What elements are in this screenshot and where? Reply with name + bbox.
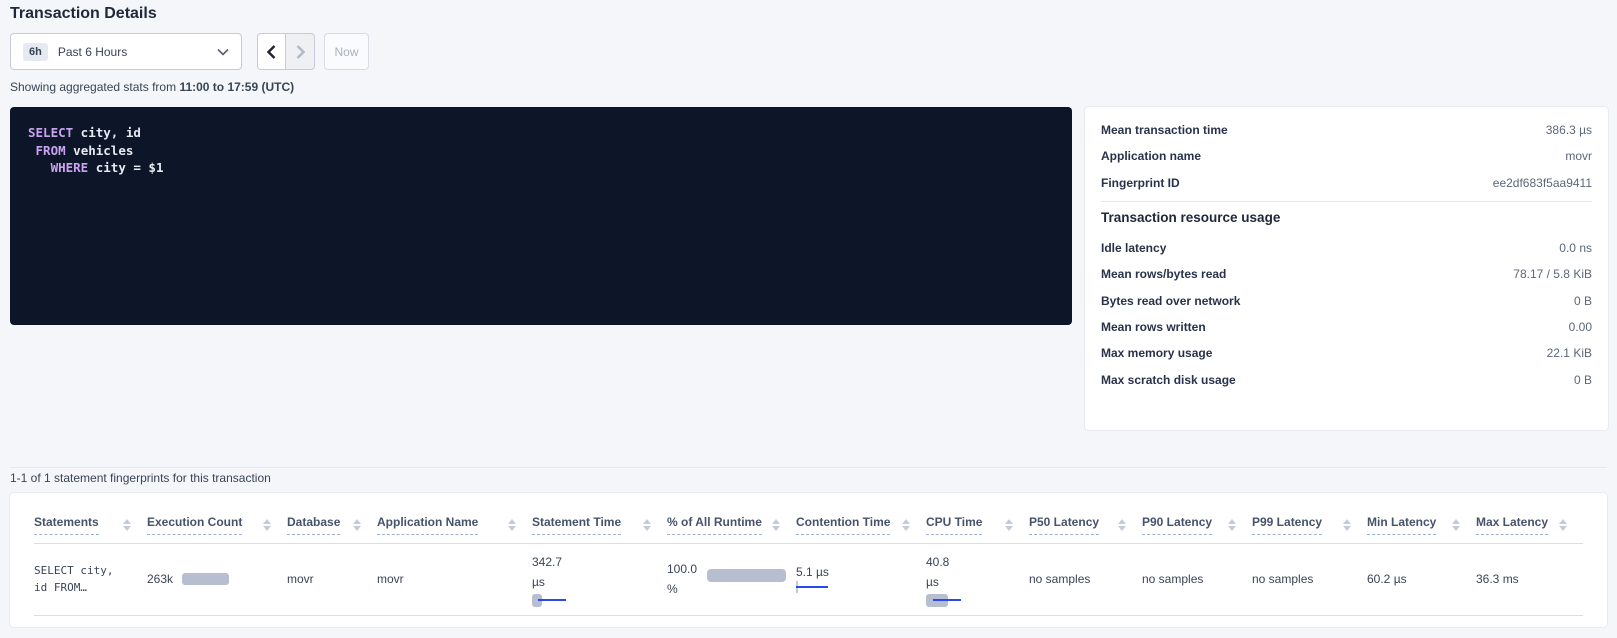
sort-icon[interactable] — [1452, 519, 1460, 531]
cell-statement-time: 342.7µs — [532, 543, 667, 615]
fingerprints-summary: 1-1 of 1 statement fingerprints for this… — [10, 471, 271, 485]
runtime-bar — [707, 569, 786, 582]
page-title: Transaction Details — [10, 5, 157, 23]
column-header-p90-latency[interactable]: P90 Latency — [1142, 515, 1212, 535]
resource-value: 0 B — [1574, 373, 1592, 387]
cell-p90-latency: no samples — [1142, 543, 1252, 615]
cell-contention-time: 5.1 µs — [796, 543, 926, 615]
divider — [1101, 201, 1592, 202]
resource-row: Max scratch disk usage 0 B — [1101, 366, 1592, 392]
sort-icon[interactable] — [772, 519, 780, 531]
sql-line: FROM vehicles — [28, 142, 1054, 160]
sort-icon[interactable] — [1343, 519, 1351, 531]
sort-icon[interactable] — [508, 519, 516, 531]
resource-label: Mean rows/bytes read — [1101, 267, 1226, 281]
sort-icon[interactable] — [643, 519, 651, 531]
resource-label: Mean rows written — [1101, 320, 1206, 334]
cell-p50-latency: no samples — [1029, 543, 1142, 615]
resource-row: Max memory usage 22.1 KiB — [1101, 340, 1592, 366]
aggregated-stats-line: Showing aggregated stats from 11:00 to 1… — [10, 80, 294, 94]
overview-value: movr — [1565, 149, 1592, 163]
resource-row: Bytes read over network 0 B — [1101, 287, 1592, 313]
sql-line: WHERE city = $1 — [28, 159, 1054, 177]
resource-label: Idle latency — [1101, 241, 1166, 255]
resource-row: Mean rows written 0.00 — [1101, 314, 1592, 340]
cell-database: movr — [287, 543, 377, 615]
column-header-contention-time[interactable]: Contention Time — [796, 515, 890, 535]
resource-value: 0.00 — [1569, 320, 1592, 334]
resource-label: Max scratch disk usage — [1101, 373, 1236, 387]
time-picker: 6h Past 6 Hours Now — [10, 33, 369, 70]
column-header-execution-count[interactable]: Execution Count — [147, 515, 242, 535]
table-row: SELECT city,id FROM… 263k movr movr 342.… — [34, 543, 1583, 615]
resource-label: Bytes read over network — [1101, 294, 1240, 308]
overview-label: Fingerprint ID — [1101, 176, 1180, 190]
sort-icon[interactable] — [353, 519, 361, 531]
column-header-p50-latency[interactable]: P50 Latency — [1029, 515, 1099, 535]
now-button[interactable]: Now — [324, 33, 369, 70]
resource-value: 22.1 KiB — [1547, 346, 1592, 360]
column-header-statements[interactable]: Statements — [34, 515, 99, 535]
resource-label: Max memory usage — [1101, 346, 1212, 360]
next-time-button[interactable] — [286, 33, 315, 70]
transaction-details-page: Transaction Details 6h Past 6 Hours Now … — [0, 0, 1617, 638]
overview-row: Application name movr — [1101, 143, 1592, 169]
statements-table: Statements Execution Count Database Appl… — [34, 493, 1583, 616]
table-header-row: Statements Execution Count Database Appl… — [34, 493, 1583, 543]
column-header-max-latency[interactable]: Max Latency — [1476, 515, 1548, 535]
overview-label: Mean transaction time — [1101, 123, 1228, 137]
transaction-overview-card: Mean transaction time 386.3 µs Applicati… — [1085, 107, 1608, 430]
resource-usage-heading: Transaction resource usage — [1101, 210, 1592, 225]
sort-icon[interactable] — [1228, 519, 1236, 531]
column-header-runtime[interactable]: % of All Runtime — [667, 515, 762, 535]
previous-time-button[interactable] — [257, 33, 286, 70]
time-range-label: Past 6 Hours — [58, 45, 217, 59]
cell-cpu-time: 40.8µs — [926, 543, 1029, 615]
column-header-statement-time[interactable]: Statement Time — [532, 515, 621, 535]
column-header-application-name[interactable]: Application Name — [377, 515, 478, 535]
overview-value: 386.3 µs — [1546, 123, 1592, 137]
overview-label: Application name — [1101, 149, 1201, 163]
cpu-time-bar — [926, 594, 970, 607]
column-header-min-latency[interactable]: Min Latency — [1367, 515, 1436, 535]
resource-value: 0 B — [1574, 294, 1592, 308]
resource-value: 0.0 ns — [1559, 241, 1592, 255]
column-header-p99-latency[interactable]: P99 Latency — [1252, 515, 1322, 535]
resource-value: 78.17 / 5.8 KiB — [1513, 267, 1592, 281]
stats-range: 11:00 to 17:59 (UTC) — [179, 80, 294, 94]
resource-row: Mean rows/bytes read 78.17 / 5.8 KiB — [1101, 261, 1592, 287]
stats-prefix: Showing aggregated stats from — [10, 80, 179, 94]
sort-icon[interactable] — [1005, 519, 1013, 531]
sql-line: SELECT city, id — [28, 124, 1054, 142]
sql-statement-box: SELECT city, id FROM vehicles WHERE city… — [10, 107, 1072, 325]
cell-statement-fingerprint[interactable]: SELECT city,id FROM… — [34, 543, 147, 615]
column-header-database[interactable]: Database — [287, 515, 340, 535]
column-header-cpu-time[interactable]: CPU Time — [926, 515, 982, 535]
overview-row: Fingerprint ID ee2df683f5aa9411 — [1101, 170, 1592, 196]
sort-icon[interactable] — [902, 519, 910, 531]
sort-icon[interactable] — [123, 519, 131, 531]
execution-count-bar — [182, 573, 229, 585]
statement-time-bar — [532, 594, 576, 607]
contention-time-bar — [796, 581, 840, 594]
resource-row: Idle latency 0.0 ns — [1101, 235, 1592, 261]
cell-min-latency: 60.2 µs — [1367, 543, 1476, 615]
sort-icon[interactable] — [263, 519, 271, 531]
sort-icon[interactable] — [1559, 519, 1567, 531]
statements-table-card: Statements Execution Count Database Appl… — [10, 493, 1607, 627]
time-range-dropdown[interactable]: 6h Past 6 Hours — [10, 33, 242, 70]
overview-row: Mean transaction time 386.3 µs — [1101, 117, 1592, 143]
time-nav-group — [257, 33, 315, 70]
sort-icon[interactable] — [1118, 519, 1126, 531]
cell-execution-count: 263k — [147, 543, 287, 615]
cell-p99-latency: no samples — [1252, 543, 1367, 615]
time-range-badge: 6h — [23, 43, 48, 61]
overview-value: ee2df683f5aa9411 — [1493, 176, 1592, 190]
cell-application-name: movr — [377, 543, 532, 615]
divider — [10, 467, 1607, 468]
chevron-down-icon — [217, 48, 229, 56]
cell-max-latency: 36.3 ms — [1476, 543, 1583, 615]
cell-percent-runtime: 100.0% — [667, 543, 796, 615]
